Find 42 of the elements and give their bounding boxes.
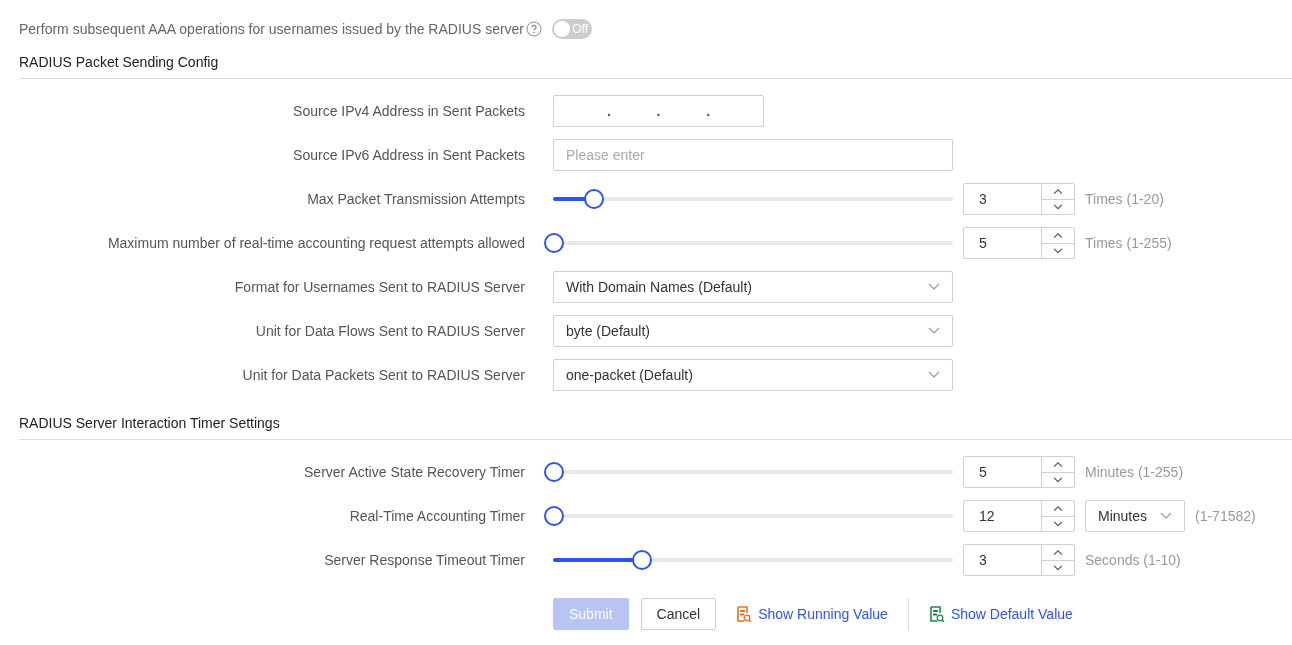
range-hint: Times (1-20)	[1085, 191, 1164, 207]
field-label: Server Active State Recovery Timer	[303, 464, 525, 480]
section-title: RADIUS Server Interaction Timer Settings	[19, 415, 1292, 440]
number-field[interactable]: 5	[963, 456, 1075, 488]
link[interactable]: Show Default Value	[920, 605, 1081, 623]
cancel-button[interactable]: Cancel	[640, 598, 717, 630]
dropdown[interactable]: byte (Default)	[553, 315, 953, 347]
field-label: Format for Usernames Sent to RADIUS Server	[233, 279, 525, 295]
slider-thumb[interactable]	[544, 233, 564, 253]
slider-thumb[interactable]	[632, 550, 652, 570]
number-field[interactable]: 5	[963, 227, 1075, 259]
field-label: Maximum number of real-time accounting request attempts allowed	[106, 235, 525, 251]
ip-address-field[interactable]: . . .	[553, 95, 764, 127]
unit-dropdown[interactable]: Minutes	[1085, 500, 1185, 532]
range-hint: (1-71582)	[1195, 508, 1256, 524]
number-field[interactable]: 3	[963, 183, 1075, 215]
range-hint: Seconds (1-10)	[1085, 552, 1181, 568]
field-label: Real-Time Accounting Timer	[348, 508, 525, 524]
input-field[interactable]: Please enter	[553, 139, 953, 171]
range-hint: Minutes (1-255)	[1085, 464, 1184, 480]
slider-thumb[interactable]	[544, 506, 564, 526]
field-label: Source IPv6 Address in Sent Packets	[292, 147, 525, 163]
slider-thumb[interactable]	[544, 462, 564, 482]
link[interactable]: Show Running Value	[728, 605, 896, 623]
field-label: Unit for Data Flows Sent to RADIUS Server	[254, 323, 525, 339]
dropdown[interactable]: With Domain Names (Default)	[553, 271, 953, 303]
field-label: Unit for Data Packets Sent to RADIUS Server	[241, 367, 525, 383]
help-icon[interactable]	[526, 21, 543, 37]
chevron-down-icon	[928, 283, 940, 291]
number-field[interactable]: 12	[963, 500, 1075, 532]
field-label: Max Packet Transmission Attempts	[306, 191, 525, 207]
field-label: Server Response Timeout Timer	[323, 552, 525, 568]
section-title: RADIUS Packet Sending Config	[19, 54, 1292, 79]
field-label: Source IPv4 Address in Sent Packets	[292, 103, 525, 119]
range-hint: Times (1-255)	[1085, 235, 1172, 251]
dropdown[interactable]: one-packet (Default)	[553, 359, 953, 391]
chevron-down-icon	[1160, 512, 1172, 520]
chevron-down-icon	[928, 371, 940, 379]
number-field[interactable]: 3	[963, 544, 1075, 576]
chevron-down-icon	[928, 327, 940, 335]
slider-thumb[interactable]	[584, 189, 604, 209]
setting-label: Perform subsequent AAA operations for usernames issued by the RADIUS server	[19, 21, 525, 37]
